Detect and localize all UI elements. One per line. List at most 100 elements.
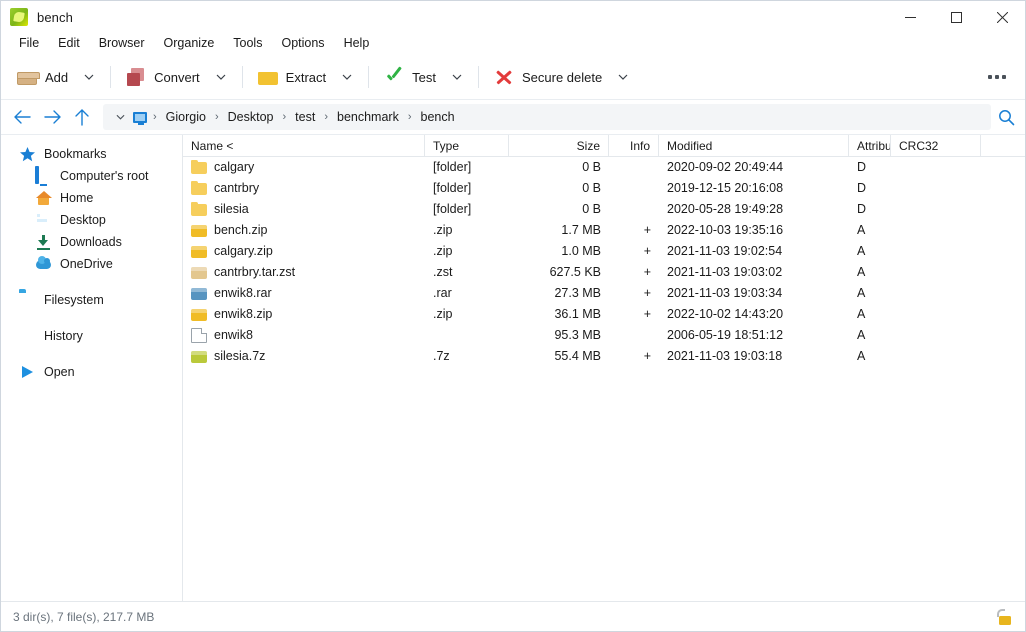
convert-icon	[126, 67, 146, 87]
sidebar-item-bookmarks[interactable]: Bookmarks	[1, 143, 182, 165]
menu-browser[interactable]: Browser	[90, 34, 154, 54]
file-crc32	[891, 241, 981, 262]
status-summary: 3 dir(s), 7 file(s), 217.7 MB	[13, 610, 154, 624]
toolbar-separator	[110, 66, 111, 88]
file-name: calgary	[214, 157, 254, 178]
statusbar: 3 dir(s), 7 file(s), 217.7 MB	[1, 601, 1025, 631]
add-button[interactable]: Add	[11, 60, 77, 94]
secure-delete-dropdown-button[interactable]	[611, 60, 635, 94]
main-body: Bookmarks Computer's root Home Desktop D…	[1, 134, 1025, 601]
table-row[interactable]: silesia.7z .7z 55.4 MB + 2021-11-03 19:0…	[183, 346, 1025, 367]
column-header-crc32[interactable]: CRC32	[891, 135, 981, 157]
breadcrumb-item-bench[interactable]: bench	[414, 107, 462, 127]
up-arrow-icon[interactable]	[67, 102, 97, 132]
search-icon[interactable]	[991, 102, 1021, 132]
unlocked-padlock-icon[interactable]	[995, 607, 1015, 627]
forward-arrow-icon[interactable]	[37, 102, 67, 132]
table-row[interactable]: cantrbry [folder] 0 B 2019-12-15 20:16:0…	[183, 178, 1025, 199]
menu-file[interactable]: File	[10, 34, 48, 54]
test-dropdown-button[interactable]	[445, 60, 469, 94]
file-size: 1.7 MB	[509, 220, 609, 241]
convert-button[interactable]: Convert	[120, 60, 209, 94]
sidebar-label: Desktop	[60, 213, 106, 227]
folder-icon	[191, 183, 207, 195]
sidebar-label: OneDrive	[60, 257, 113, 271]
table-row[interactable]: enwik8.rar .rar 27.3 MB + 2021-11-03 19:…	[183, 283, 1025, 304]
breadcrumb[interactable]: › Giorgio › Desktop › test › benchmark ›…	[103, 104, 991, 130]
breadcrumb-item-desktop[interactable]: Desktop	[221, 107, 281, 127]
sidebar-item-open[interactable]: Open	[1, 361, 182, 383]
file-crc32	[891, 157, 981, 178]
toolbar-separator	[368, 66, 369, 88]
file-size: 95.3 MB	[509, 325, 609, 346]
more-options-icon[interactable]	[979, 60, 1015, 94]
column-header-size[interactable]: Size	[509, 135, 609, 157]
minimize-button[interactable]	[887, 1, 933, 33]
back-arrow-icon[interactable]	[7, 102, 37, 132]
file-crc32	[891, 262, 981, 283]
menu-options[interactable]: Options	[272, 34, 333, 54]
folder-icon	[191, 204, 207, 216]
folder-icon	[191, 162, 207, 174]
file-name: enwik8	[214, 325, 253, 346]
column-header-info[interactable]: Info	[609, 135, 659, 157]
table-row[interactable]: calgary [folder] 0 B 2020-09-02 20:49:44…	[183, 157, 1025, 178]
menu-edit[interactable]: Edit	[49, 34, 89, 54]
test-button[interactable]: Test	[378, 60, 445, 94]
secure-delete-button[interactable]: Secure delete	[488, 60, 611, 94]
table-row[interactable]: enwik8.zip .zip 36.1 MB + 2022-10-02 14:…	[183, 304, 1025, 325]
sidebar-item-onedrive[interactable]: OneDrive	[1, 253, 182, 275]
add-dropdown-button[interactable]	[77, 60, 101, 94]
sidebar-item-downloads[interactable]: Downloads	[1, 231, 182, 253]
sidebar-item-home[interactable]: Home	[1, 187, 182, 209]
column-header-modified[interactable]: Modified	[659, 135, 849, 157]
file-name: bench.zip	[214, 220, 268, 241]
convert-button-label: Convert	[154, 70, 200, 85]
sidebar-item-computers-root[interactable]: Computer's root	[1, 165, 182, 187]
breadcrumb-item-test[interactable]: test	[288, 107, 322, 127]
file-size: 1.0 MB	[509, 241, 609, 262]
table-row[interactable]: cantrbry.tar.zst .zst 627.5 KB + 2021-11…	[183, 262, 1025, 283]
table-row[interactable]: bench.zip .zip 1.7 MB + 2022-10-03 19:35…	[183, 220, 1025, 241]
file-info: +	[609, 346, 659, 367]
file-crc32	[891, 283, 981, 304]
window-controls	[887, 1, 1025, 33]
file-type	[425, 325, 509, 346]
close-button[interactable]	[979, 1, 1025, 33]
maximize-button[interactable]	[933, 1, 979, 33]
table-row[interactable]: calgary.zip .zip 1.0 MB + 2021-11-03 19:…	[183, 241, 1025, 262]
file-attributes: A	[849, 325, 891, 346]
file-attributes: A	[849, 304, 891, 325]
folder-icon	[258, 67, 278, 87]
add-button-label: Add	[45, 70, 68, 85]
file-crc32	[891, 220, 981, 241]
convert-dropdown-button[interactable]	[209, 60, 233, 94]
sidebar-label: Filesystem	[44, 293, 104, 307]
table-row[interactable]: silesia [folder] 0 B 2020-05-28 19:49:28…	[183, 199, 1025, 220]
breadcrumb-item-benchmark[interactable]: benchmark	[330, 107, 406, 127]
menu-help[interactable]: Help	[335, 34, 379, 54]
file-modified: 2022-10-02 14:43:20	[659, 304, 849, 325]
toolbar-separator	[242, 66, 243, 88]
table-row[interactable]: enwik8 95.3 MB 2006-05-19 18:51:12 A	[183, 325, 1025, 346]
file-type: .zip	[425, 304, 509, 325]
column-header-attributes[interactable]: Attribu...	[849, 135, 891, 157]
computer-monitor-icon[interactable]	[129, 112, 151, 123]
menu-organize[interactable]: Organize	[155, 34, 224, 54]
menu-tools[interactable]: Tools	[224, 34, 271, 54]
extract-button[interactable]: Extract	[252, 60, 335, 94]
file-info	[609, 199, 659, 220]
desktop-icon	[35, 212, 52, 229]
column-header-name[interactable]: Name <	[183, 135, 425, 157]
file-modified: 2021-11-03 19:02:54	[659, 241, 849, 262]
sidebar-spacer	[1, 347, 182, 361]
column-header-type[interactable]: Type	[425, 135, 509, 157]
file-attributes: D	[849, 157, 891, 178]
sidebar-item-filesystem[interactable]: Filesystem	[1, 289, 182, 311]
breadcrumb-separator: ›	[281, 111, 289, 123]
extract-dropdown-button[interactable]	[335, 60, 359, 94]
sidebar-item-history[interactable]: History	[1, 325, 182, 347]
breadcrumb-item-giorgio[interactable]: Giorgio	[159, 107, 213, 127]
chevron-down-icon[interactable]	[111, 114, 129, 120]
sidebar-item-desktop[interactable]: Desktop	[1, 209, 182, 231]
